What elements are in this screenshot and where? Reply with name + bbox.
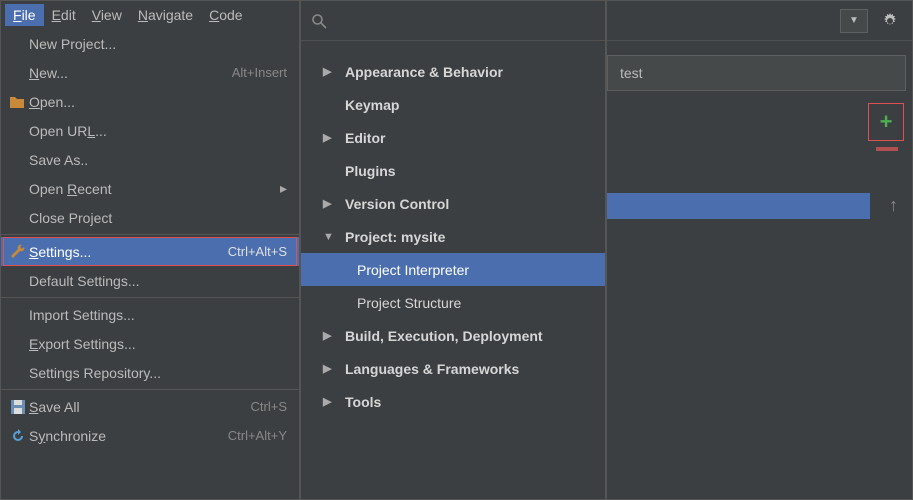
interpreter-field-text: test	[620, 65, 893, 81]
import-settings-label: Import Settings...	[29, 307, 287, 323]
file-menu-panel: File Edit View Navigate Code New Project…	[0, 0, 300, 500]
refresh-icon	[7, 429, 29, 443]
new-item[interactable]: New... Alt+Insert	[1, 58, 299, 87]
tree-appearance[interactable]: ▶ Appearance & Behavior	[301, 55, 605, 88]
menu-code[interactable]: Code	[201, 4, 250, 26]
settings-tree-panel: ▶ Appearance & Behavior Keymap ▶ Editor …	[300, 0, 606, 500]
tree-languages-label: Languages & Frameworks	[345, 361, 519, 377]
tree-project-interpreter-label: Project Interpreter	[357, 262, 469, 278]
search-row	[301, 1, 605, 41]
add-button[interactable]: +	[868, 103, 904, 141]
import-settings-item[interactable]: Import Settings...	[1, 300, 299, 329]
synchronize-shortcut: Ctrl+Alt+Y	[228, 428, 287, 443]
menu-separator	[1, 234, 299, 235]
settings-repository-label: Settings Repository...	[29, 365, 287, 381]
export-settings-label: Export Settings...	[29, 336, 287, 352]
minus-icon[interactable]	[876, 147, 898, 151]
open-recent-label: Open Recent	[29, 181, 272, 197]
selected-row[interactable]	[607, 193, 870, 219]
caret-right-icon: ▶	[323, 362, 337, 375]
tree-project-structure-label: Project Structure	[357, 295, 461, 311]
new-project-item[interactable]: New Project...	[1, 29, 299, 58]
tree-version-control[interactable]: ▶ Version Control	[301, 187, 605, 220]
interpreter-panel: ▼ test + ↑	[606, 0, 913, 500]
menu-navigate[interactable]: Navigate	[130, 4, 201, 26]
settings-item[interactable]: Settings... Ctrl+Alt+S	[1, 237, 299, 266]
chevron-down-icon: ▼	[849, 15, 859, 26]
new-shortcut: Alt+Insert	[232, 65, 287, 80]
tree-project-interpreter[interactable]: Project Interpreter	[301, 253, 605, 286]
open-url-item[interactable]: Open URL...	[1, 116, 299, 145]
synchronize-item[interactable]: Synchronize Ctrl+Alt+Y	[1, 421, 299, 450]
top-toolbar: ▼	[607, 1, 912, 41]
default-settings-item[interactable]: Default Settings...	[1, 266, 299, 295]
plus-icon: +	[880, 109, 893, 135]
caret-down-icon: ▼	[323, 231, 337, 243]
gear-icon	[882, 13, 898, 29]
tree-build[interactable]: ▶ Build, Execution, Deployment	[301, 319, 605, 352]
synchronize-label: Synchronize	[29, 428, 218, 444]
save-as-item[interactable]: Save As..	[1, 145, 299, 174]
arrow-up-icon: ↑	[889, 195, 898, 215]
caret-right-icon: ▶	[323, 65, 337, 78]
export-settings-item[interactable]: Export Settings...	[1, 329, 299, 358]
tree-plugins-label: Plugins	[345, 163, 396, 179]
settings-label: Settings...	[29, 244, 218, 260]
search-input[interactable]	[333, 13, 595, 29]
tree-appearance-label: Appearance & Behavior	[345, 64, 503, 80]
menu-file[interactable]: File	[5, 4, 44, 26]
open-label: Open...	[29, 94, 287, 110]
tree-project-structure[interactable]: Project Structure	[301, 286, 605, 319]
wrench-icon	[7, 244, 29, 260]
default-settings-label: Default Settings...	[29, 273, 287, 289]
menu-edit[interactable]: Edit	[44, 4, 84, 26]
close-project-label: Close Project	[29, 210, 287, 226]
caret-right-icon: ▶	[323, 329, 337, 342]
folder-icon	[7, 96, 29, 108]
tree-version-control-label: Version Control	[345, 196, 449, 212]
settings-tree: ▶ Appearance & Behavior Keymap ▶ Editor …	[301, 41, 605, 432]
caret-right-icon: ▶	[323, 197, 337, 210]
right-body: test + ↑	[607, 55, 912, 91]
menubar: File Edit View Navigate Code	[1, 1, 299, 29]
tree-editor-label: Editor	[345, 130, 385, 146]
settings-repository-item[interactable]: Settings Repository...	[1, 358, 299, 387]
open-item[interactable]: Open...	[1, 87, 299, 116]
gear-button[interactable]	[876, 9, 904, 33]
open-url-label: Open URL...	[29, 123, 287, 139]
disk-icon	[7, 400, 29, 414]
save-as-label: Save As..	[29, 152, 287, 168]
dropdown-button[interactable]: ▼	[840, 9, 868, 33]
file-dropdown: New Project... New... Alt+Insert Open...…	[1, 29, 299, 450]
new-project-label: New Project...	[29, 36, 287, 52]
tree-tools[interactable]: ▶ Tools	[301, 385, 605, 418]
menu-separator	[1, 297, 299, 298]
tree-keymap[interactable]: Keymap	[301, 88, 605, 121]
save-all-label: Save All	[29, 399, 241, 415]
caret-right-icon: ▶	[323, 395, 337, 408]
caret-right-icon: ▶	[323, 131, 337, 144]
menu-view[interactable]: View	[84, 4, 130, 26]
tree-languages[interactable]: ▶ Languages & Frameworks	[301, 352, 605, 385]
tree-build-label: Build, Execution, Deployment	[345, 328, 543, 344]
menu-separator	[1, 389, 299, 390]
save-all-item[interactable]: Save All Ctrl+S	[1, 392, 299, 421]
tree-plugins[interactable]: Plugins	[301, 154, 605, 187]
submenu-arrow-icon: ▸	[280, 180, 287, 197]
tree-editor[interactable]: ▶ Editor	[301, 121, 605, 154]
up-arrow-button[interactable]: ↑	[889, 195, 898, 216]
tree-project-label: Project: mysite	[345, 229, 445, 245]
close-project-item[interactable]: Close Project	[1, 203, 299, 232]
settings-shortcut: Ctrl+Alt+S	[228, 244, 287, 259]
tree-keymap-label: Keymap	[345, 97, 399, 113]
interpreter-field[interactable]: test	[607, 55, 906, 91]
tree-tools-label: Tools	[345, 394, 381, 410]
search-icon	[311, 13, 327, 29]
tree-project[interactable]: ▼ Project: mysite	[301, 220, 605, 253]
save-all-shortcut: Ctrl+S	[251, 399, 287, 414]
new-label: New...	[29, 65, 222, 81]
open-recent-item[interactable]: Open Recent ▸	[1, 174, 299, 203]
